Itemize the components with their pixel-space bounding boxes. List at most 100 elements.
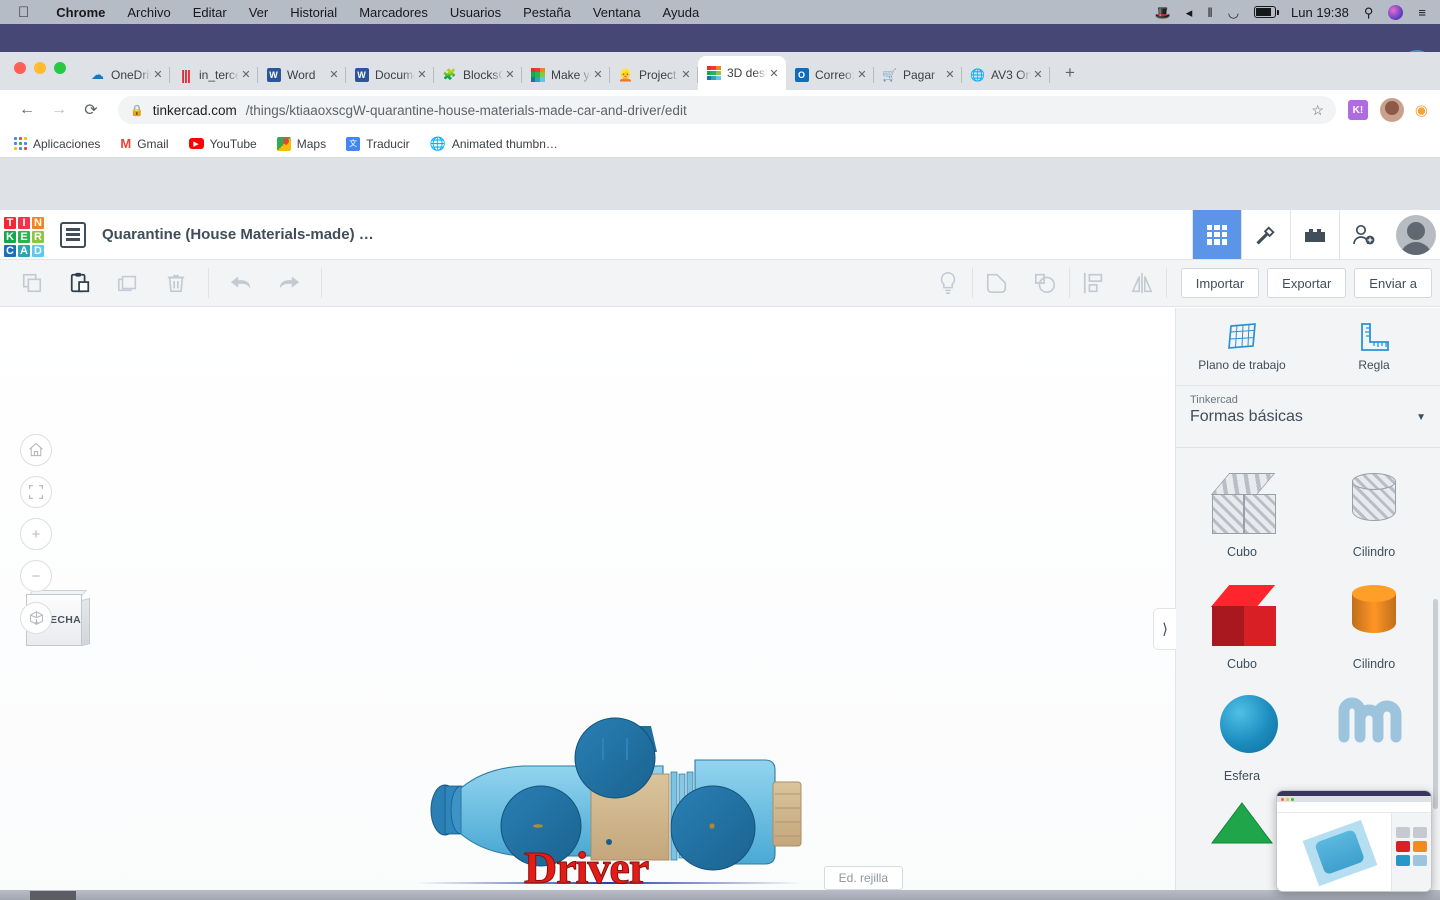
paste-button[interactable] <box>56 263 104 303</box>
ungroup-button[interactable] <box>1021 263 1069 303</box>
panel-scrollbar[interactable] <box>1433 599 1438 809</box>
tab-close-button[interactable]: ✕ <box>151 68 165 81</box>
tinkercad-logo[interactable]: TIN KER CAD <box>2 215 46 257</box>
grid-edit-button[interactable]: Ed. rejilla <box>823 866 903 890</box>
user-avatar[interactable] <box>1396 214 1436 255</box>
minimize-window-button[interactable] <box>34 62 46 74</box>
siri-icon[interactable] <box>1388 4 1404 20</box>
tab-close-button[interactable]: ✕ <box>679 68 693 81</box>
menubar-clock[interactable]: Lun 19:38 <box>1291 6 1349 19</box>
menu-item-ayuda[interactable]: Ayuda <box>652 5 711 20</box>
close-window-button[interactable] <box>14 62 26 74</box>
browser-tab-0[interactable]: ☁ OneDrive✕ <box>82 59 170 90</box>
spotlight-search-icon[interactable]: ⚲ <box>1364 6 1374 19</box>
shape-item-0[interactable]: Cubo <box>1176 461 1308 559</box>
shape-item-5[interactable] <box>1308 685 1440 783</box>
bowler-hat-icon[interactable]: 🎩 <box>1155 6 1171 19</box>
shape-item-3[interactable]: Cilindro <box>1308 573 1440 671</box>
menu-item-chrome[interactable]: Chrome <box>45 5 116 20</box>
light-toggle-button[interactable] <box>924 263 972 303</box>
browser-tab-4[interactable]: 🧩 BlocksCA✕ <box>434 59 522 90</box>
project-list-icon[interactable] <box>60 221 86 248</box>
redo-button[interactable] <box>265 263 313 303</box>
import-button[interactable]: Importar <box>1180 268 1260 298</box>
bookmark-star-icon[interactable]: ☆ <box>1311 102 1324 119</box>
tab-close-button[interactable]: ✕ <box>855 68 869 81</box>
blocks-button[interactable] <box>1290 210 1339 259</box>
workplane-tool[interactable]: Plano de trabajo <box>1176 308 1308 385</box>
control-center-icon[interactable]: ≡ <box>1418 6 1426 19</box>
chrome-menu-icon[interactable]: ◉ <box>1415 101 1428 119</box>
zoom-in-button[interactable]: + <box>20 518 52 550</box>
mirror-button[interactable] <box>1118 263 1166 303</box>
3d-viewport[interactable]: DERECHA + − Driver Ed. rejilla <box>0 308 1175 900</box>
browser-tab-6[interactable]: 👱 Project E✕ <box>610 59 698 90</box>
group-button[interactable] <box>973 263 1021 303</box>
back-button[interactable]: ← <box>12 95 42 125</box>
bookmark-1[interactable]: M Gmail <box>120 136 168 151</box>
duplicate-button[interactable] <box>104 263 152 303</box>
invite-user-button[interactable] <box>1339 210 1388 259</box>
bookmark-4[interactable]: 文 Traducir <box>346 136 410 151</box>
menu-item-marcadores[interactable]: Marcadores <box>348 5 439 20</box>
address-bar[interactable]: 🔒 tinkercad.com/things/ktiaaoxscgW-quara… <box>118 96 1336 124</box>
ruler-tool[interactable]: Regla <box>1308 308 1440 385</box>
bookmark-3[interactable]: Maps <box>276 136 326 151</box>
browser-tab-10[interactable]: 🌐 AV3 Onli✕ <box>962 59 1050 90</box>
home-view-button[interactable] <box>20 434 52 466</box>
panel-collapse-button[interactable]: ⟩ <box>1153 608 1176 650</box>
fit-to-view-button[interactable] <box>20 476 52 508</box>
shape-item-2[interactable]: Cubo <box>1176 573 1308 671</box>
tab-close-button[interactable]: ✕ <box>1031 68 1045 81</box>
shape-item-4[interactable]: Esfera <box>1176 685 1308 783</box>
view-cube-side-face[interactable] <box>82 598 90 646</box>
export-button[interactable]: Exportar <box>1267 268 1347 298</box>
zoom-out-button[interactable]: − <box>20 560 52 592</box>
chrome-profile-avatar[interactable] <box>1379 98 1404 122</box>
tab-close-button[interactable]: ✕ <box>767 67 781 80</box>
bluetooth-icon[interactable]: ‖ <box>1207 6 1212 19</box>
menu-item-usuarios[interactable]: Usuarios <box>439 5 512 20</box>
menu-item-ver[interactable]: Ver <box>238 5 280 20</box>
copy-button[interactable] <box>8 263 56 303</box>
macos-screenshot-preview[interactable] <box>1276 790 1432 892</box>
bookmark-2[interactable]: ▶ YouTube <box>188 137 257 151</box>
menu-item-ventana[interactable]: Ventana <box>582 5 652 20</box>
browser-tab-7[interactable]: 3D desig✕ <box>698 56 786 90</box>
send-to-button[interactable]: Enviar a <box>1354 268 1432 298</box>
learn-hammer-button[interactable] <box>1241 210 1290 259</box>
reload-button[interactable]: ⟳ <box>76 95 106 125</box>
designs-grid-button[interactable] <box>1192 210 1241 259</box>
bookmark-0[interactable]: Aplicaciones <box>14 137 100 151</box>
tab-close-button[interactable]: ✕ <box>239 68 253 81</box>
browser-tab-3[interactable]: W Documen✕ <box>346 59 434 90</box>
menu-item-editar[interactable]: Editar <box>182 5 238 20</box>
browser-tab-8[interactable]: O Correo: E✕ <box>786 59 874 90</box>
extension-badge[interactable]: K! <box>1347 100 1368 120</box>
maximize-window-button[interactable] <box>54 62 66 74</box>
tab-close-button[interactable]: ✕ <box>327 68 341 81</box>
new-tab-button[interactable]: + <box>1056 59 1084 87</box>
align-button[interactable] <box>1070 263 1118 303</box>
battery-charging-icon[interactable] <box>1254 6 1280 18</box>
browser-tab-9[interactable]: 🛒 Pagar ✕ <box>874 59 962 90</box>
shape-library-dropdown[interactable]: Tinkercad Formas básicas ▼ <box>1176 386 1440 448</box>
shape-item-1[interactable]: Cilindro <box>1308 461 1440 559</box>
tab-close-button[interactable]: ✕ <box>415 68 429 81</box>
unity-icon[interactable]: ◂ <box>1186 6 1193 19</box>
delete-button[interactable] <box>152 263 200 303</box>
browser-tab-2[interactable]: W Word ✕ <box>258 59 346 90</box>
forward-button[interactable]: → <box>44 95 74 125</box>
bookmark-5[interactable]: 🌐 Animated thumbn… <box>430 136 558 152</box>
tab-close-button[interactable]: ✕ <box>503 68 517 81</box>
menu-item-pestana[interactable]: Pestaña <box>512 5 582 20</box>
toggle-perspective-button[interactable] <box>20 602 52 634</box>
menu-item-archivo[interactable]: Archivo <box>116 5 181 20</box>
tab-close-button[interactable]: ✕ <box>943 68 957 81</box>
browser-tab-1[interactable]: ||| in_tercerc✕ <box>170 59 258 90</box>
undo-button[interactable] <box>217 263 265 303</box>
tab-close-button[interactable]: ✕ <box>591 68 605 81</box>
wifi-icon[interactable]: ◡ <box>1228 6 1239 19</box>
apple-icon[interactable]:  <box>18 5 29 20</box>
menu-item-historial[interactable]: Historial <box>279 5 348 20</box>
